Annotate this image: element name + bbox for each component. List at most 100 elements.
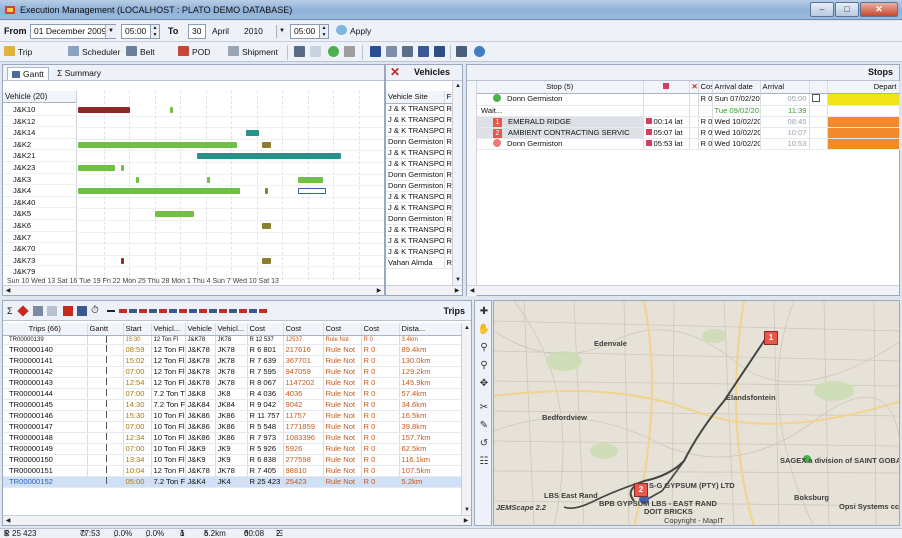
stop-checkbox-cell[interactable] xyxy=(809,138,828,150)
to-year-input[interactable]: 2010 xyxy=(240,24,274,39)
vehicle-site-row[interactable]: Donn Germiston R xyxy=(386,213,455,225)
gantt-trip-bar[interactable] xyxy=(261,223,271,229)
stop-remove-cell[interactable] xyxy=(689,93,699,106)
close-window-button[interactable]: ✕ xyxy=(860,2,898,17)
scroll-right-icon[interactable]: ▶ xyxy=(461,516,471,526)
stop-row[interactable]: Wait... Tue 09/02/201 11:39 xyxy=(477,105,900,117)
trip-row[interactable]: TR00000143 12:54 12 Ton Fl J&K78 JK78 R 8 067… xyxy=(3,377,462,389)
scroll-right-icon[interactable]: ▶ xyxy=(452,286,462,296)
gantt-trip-bar[interactable] xyxy=(78,107,131,113)
trips-column-header[interactable]: Cost xyxy=(323,323,362,336)
scroll-up-icon[interactable]: ▲ xyxy=(462,323,472,333)
vehicle-row-label[interactable]: J&K79 xyxy=(3,266,77,278)
gantt-trip-bar[interactable] xyxy=(246,130,259,137)
map-stop-marker[interactable]: 2 xyxy=(634,483,648,497)
cost-column-header[interactable]: Cost xyxy=(698,81,713,94)
to-time-input[interactable]: 05:00 xyxy=(290,24,320,39)
vehicle-row-label[interactable]: J&K73 xyxy=(3,254,77,267)
apply-button[interactable]: Apply xyxy=(336,24,371,39)
map-stop-marker[interactable]: 1 xyxy=(764,331,778,345)
vehicle-site-row[interactable]: Donn Germiston R xyxy=(386,180,455,192)
vehicle-row-label[interactable]: J&K5 xyxy=(3,208,77,220)
trip-button[interactable]: Trip xyxy=(4,45,32,60)
trip-row[interactable]: TR00000146 15:30 10 Ton Fl J&K86 JK86 R 11 75… xyxy=(3,410,462,422)
vehicle-site-row[interactable]: J & K TRANSPO R xyxy=(386,114,455,126)
vehicles-horizontal-scrollbar[interactable]: ▶ xyxy=(386,285,462,295)
trip-row[interactable]: TR00000144 07:00 7.2 Ton T J&K8 JK8 R 4 036 40… xyxy=(3,388,462,400)
trips-vertical-scrollbar[interactable]: ▲ ▼ xyxy=(461,323,471,515)
trips-column-header[interactable]: Cost xyxy=(283,323,324,336)
tab-summary[interactable]: Σ Summary xyxy=(53,67,105,80)
stop-remove-cell[interactable] xyxy=(689,127,699,139)
remove-column-header[interactable]: ✕ xyxy=(689,81,699,94)
to-day-input[interactable]: 30 xyxy=(188,24,206,39)
map-view[interactable]: 1 2 Edenvale Elandsfontein Bedfordview S… xyxy=(493,300,900,526)
calendar-icon[interactable] xyxy=(77,306,87,316)
pan-cross-icon[interactable]: ✚ xyxy=(477,305,491,319)
from-date-dropdown-icon[interactable]: ▼ xyxy=(105,25,116,38)
vehicle-row-label[interactable]: J&K10 xyxy=(3,104,77,116)
stop-remove-cell[interactable] xyxy=(689,105,699,117)
trip-row[interactable]: TR00000141 15:02 12 Ton Fl J&K78 JK78 R 7 639… xyxy=(3,355,462,367)
trip-row[interactable]: TR00000150 13:34 10 Ton Fl J&K9 JK9 R 6 838 27… xyxy=(3,454,462,466)
sigma-icon[interactable]: Σ xyxy=(7,306,13,316)
from-time-input[interactable]: 05:00 xyxy=(121,24,151,39)
shipment-button[interactable]: Shipment xyxy=(228,45,278,60)
vehicle-site-row[interactable]: J & K TRANSPO R xyxy=(386,125,455,137)
gantt-chart-area[interactable] xyxy=(78,91,384,280)
vehicle-site-row[interactable]: J & K TRANSPO R xyxy=(386,103,455,115)
tool-square-icon[interactable] xyxy=(370,46,381,57)
vehicle-site-row[interactable]: J & K TRANSPO R xyxy=(386,235,455,247)
to-month-input[interactable]: April xyxy=(208,24,238,39)
trip-row[interactable]: TR00000139 15:30 12 Ton Fl J&K78 JK78 R 12 53… xyxy=(3,335,462,345)
arrival-header[interactable]: Arrival xyxy=(760,81,810,94)
stop-column-header[interactable]: Stop (5) xyxy=(477,81,644,94)
trips-column-header[interactable]: Cost xyxy=(361,323,400,336)
diamond-icon[interactable] xyxy=(17,305,29,317)
stop-row[interactable]: Donn Germiston R 0 Sun 07/02/201 05:00 xyxy=(477,93,900,106)
vehicle-site-row[interactable]: Vahan Almda R xyxy=(386,257,455,269)
belt-button[interactable]: Belt xyxy=(126,45,155,60)
stop-row[interactable]: 1EMERALD RIDGE00:14 lat R 0Wed 10/02/2010… xyxy=(477,116,900,128)
trip-row[interactable]: TR00000147 07:00 10 Ton Fl J&K86 JK86 R 5 548… xyxy=(3,421,462,433)
stop-remove-cell[interactable] xyxy=(689,116,699,128)
trips-column-header[interactable]: Dista... xyxy=(399,323,462,336)
trip-row[interactable]: TR00000151 10:04 12 Ton Fl J&K78 JK78 R 7 405… xyxy=(3,465,462,477)
stop-checkbox-cell[interactable] xyxy=(809,93,828,106)
maximize-button[interactable]: □ xyxy=(835,2,859,17)
gantt-trip-bar[interactable] xyxy=(197,153,342,160)
move-icon[interactable]: ✥ xyxy=(477,377,491,391)
route-icon[interactable]: ↺ xyxy=(477,437,491,451)
vehicle-site-row[interactable]: Donn Germiston R xyxy=(386,136,455,148)
gantt-trip-bar[interactable] xyxy=(120,165,124,171)
gantt-trip-bar[interactable] xyxy=(78,141,238,148)
gantt-trip-bar[interactable] xyxy=(298,188,326,195)
tool-grid-icon[interactable] xyxy=(294,46,305,57)
pod-button[interactable]: POD xyxy=(178,45,210,60)
vehicle-row-label[interactable]: J&K70 xyxy=(3,243,77,255)
late-column-header[interactable] xyxy=(643,81,690,94)
vehicle-site-row[interactable]: J & K TRANSPO R xyxy=(386,246,455,258)
refresh-icon[interactable] xyxy=(474,46,485,57)
vehicle-site-row[interactable]: J & K TRANSPO R xyxy=(386,224,455,236)
vehicle-row-label[interactable]: J&K23 xyxy=(3,161,77,174)
trips-horizontal-scrollbar[interactable]: ◀ ▶ xyxy=(3,515,471,525)
arrival-date-header[interactable]: Arrival date xyxy=(712,81,761,94)
zoom-out-icon[interactable]: ⚲ xyxy=(477,359,491,373)
trip-row[interactable]: TR00000140 08:59 12 Ton Fl J&K78 JK78 R 6 801… xyxy=(3,344,462,356)
hand-icon[interactable]: ✋ xyxy=(477,323,491,337)
tool-align-icon[interactable] xyxy=(402,46,413,57)
vehicle-site-header[interactable]: Vehicle Site xyxy=(386,91,445,104)
vehicle-site-row[interactable]: J & K TRANSPO R xyxy=(386,191,455,203)
scroll-left-icon[interactable]: ◀ xyxy=(3,516,13,526)
vehicle-row-label[interactable]: J&K14 xyxy=(3,127,77,139)
trip-row[interactable]: TR00000152 05:00 7.2 Ton F J&K4 JK4 R 25 423 2… xyxy=(3,476,462,488)
tool-hash-icon[interactable] xyxy=(456,46,467,57)
tool-link-icon[interactable] xyxy=(418,46,429,57)
depart-swatch-header[interactable] xyxy=(809,81,828,94)
stop-checkbox-cell[interactable] xyxy=(809,105,828,117)
vehicle-row-label[interactable]: J&K7 xyxy=(3,231,77,244)
vehicle-row-label[interactable]: J&K2 xyxy=(3,138,77,151)
scheduler-button[interactable]: Scheduler xyxy=(68,45,120,60)
gantt-trip-bar[interactable] xyxy=(78,165,115,171)
